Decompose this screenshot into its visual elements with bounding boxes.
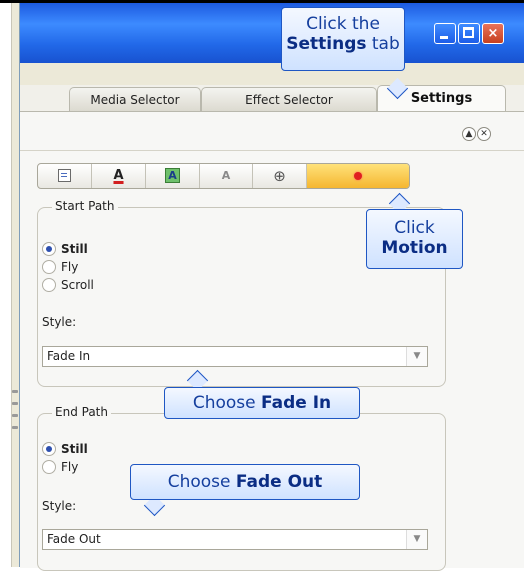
start-still-label: Still (61, 242, 88, 256)
radio-icon (42, 259, 56, 274)
end-fly-option[interactable]: Fly (42, 459, 78, 475)
tool-text-3d[interactable]: A (200, 164, 253, 188)
callout-fade-in-bold: Fade In (261, 393, 332, 413)
title-bar[interactable]: × (20, 3, 524, 63)
start-fly-label: Fly (61, 260, 79, 274)
tab-media-selector[interactable]: Media Selector (69, 87, 201, 111)
callout-fade-out-prefix: Choose (167, 472, 236, 492)
callout-settings-line2: Settings tab (282, 34, 404, 54)
tool-position[interactable]: ⊕ (253, 164, 307, 188)
splitter-grip[interactable] (12, 426, 18, 429)
start-path-legend: Start Path (52, 199, 118, 213)
callout-choose-fade-in: Choose Fade In (164, 387, 360, 419)
settings-toolbar: A A A ⊕ (37, 163, 410, 189)
splitter-grip[interactable] (12, 390, 18, 393)
radio-icon (42, 277, 56, 292)
minimize-button[interactable] (434, 23, 456, 44)
start-scroll-label: Scroll (61, 278, 94, 292)
callout-choose-fade-out: Choose Fade Out (130, 464, 360, 500)
tool-text-highlight[interactable]: A (146, 164, 200, 188)
motion-record-icon (354, 171, 362, 180)
start-style-value: Fade In (47, 349, 91, 363)
text-3d-icon: A (221, 169, 231, 182)
close-button[interactable]: × (482, 23, 504, 44)
callout-fade-out-bold: Fade Out (235, 472, 323, 492)
splitter-grip[interactable] (12, 402, 18, 405)
tab-strip: Media Selector Effect Selector Settings (20, 85, 524, 112)
tab-effect-selector[interactable]: Effect Selector (201, 87, 377, 111)
maximize-icon (463, 27, 474, 38)
text-color-icon: A (113, 168, 124, 183)
minimize-icon (440, 36, 448, 39)
start-style-select[interactable]: Fade In ▼ (42, 346, 428, 367)
toolbar-divider (20, 150, 524, 151)
callout-click-settings: Click the Settings tab (281, 7, 405, 71)
splitter-grip[interactable] (12, 414, 18, 417)
callout-motion-line1: Click (394, 218, 435, 238)
callout-fade-in-prefix: Choose (192, 393, 262, 413)
end-path-legend: End Path (52, 405, 111, 419)
start-scroll-option[interactable]: Scroll (42, 277, 94, 293)
end-style-select[interactable]: Fade Out ▼ (42, 529, 428, 550)
chevron-up-icon: ▲ (465, 129, 473, 139)
end-still-option[interactable]: Still (42, 441, 88, 457)
left-margin (0, 3, 11, 567)
callout-motion-bold: Motion (381, 238, 448, 258)
maximize-button[interactable] (458, 23, 480, 44)
chevron-down-icon[interactable]: ▼ (406, 347, 427, 366)
start-still-option[interactable]: Still (42, 241, 88, 257)
radio-selected-icon (42, 441, 56, 456)
tool-properties[interactable] (38, 164, 92, 188)
callout-settings-suffix: tab (366, 34, 400, 54)
callout-motion-line2: Motion (367, 238, 462, 258)
callout-settings-line1: Click the (306, 14, 380, 34)
tool-motion[interactable] (307, 164, 409, 188)
end-style-value: Fade Out (47, 532, 101, 546)
radio-selected-icon (42, 241, 56, 256)
callout-settings-bold: Settings (286, 34, 367, 54)
radio-icon (42, 459, 56, 474)
end-style-label: Style: (42, 499, 77, 513)
start-fly-option[interactable]: Fly (42, 259, 78, 275)
position-crosshair-icon: ⊕ (273, 167, 286, 185)
menu-band (20, 63, 524, 85)
chevron-down-icon[interactable]: ▼ (406, 530, 427, 549)
text-highlight-icon: A (165, 168, 180, 183)
close-icon: × (487, 26, 499, 41)
collapse-panel-button[interactable]: ▲ (462, 127, 476, 141)
tool-text-color[interactable]: A (92, 164, 146, 188)
end-fly-label: Fly (61, 460, 79, 474)
callout-click-motion: Click Motion (366, 209, 463, 269)
end-still-label: Still (61, 442, 88, 456)
close-icon: ✕ (480, 129, 488, 139)
close-panel-button[interactable]: ✕ (477, 127, 491, 141)
start-style-label: Style: (42, 315, 77, 329)
list-settings-icon (58, 169, 71, 182)
